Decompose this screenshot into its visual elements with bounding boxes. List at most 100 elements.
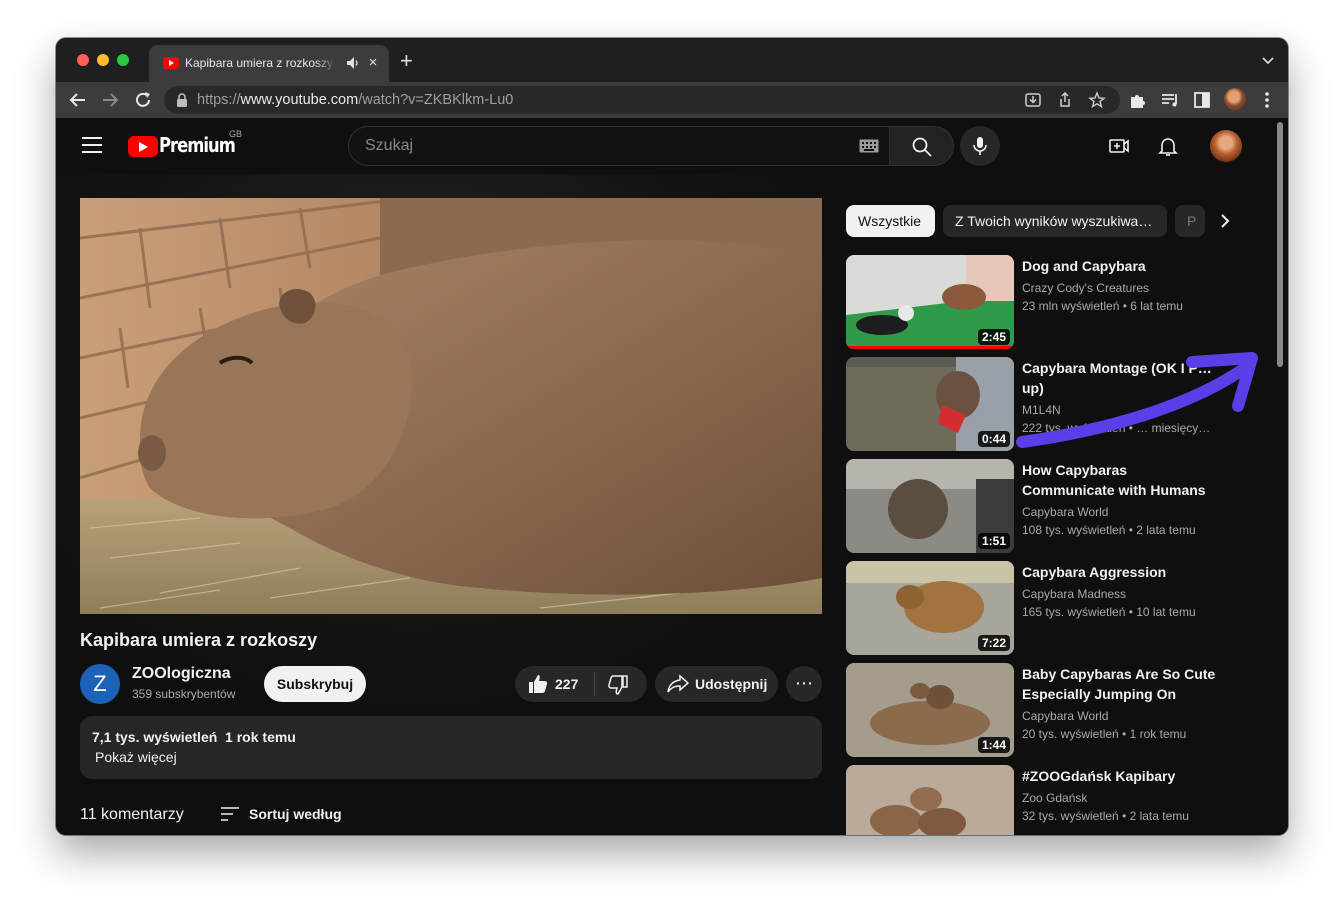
close-window-button[interactable] xyxy=(77,54,89,66)
rec-meta: 108 tys. wyświetleń • 2 lata temu xyxy=(1022,523,1196,537)
rec-channel[interactable]: M1L4N xyxy=(1022,403,1061,417)
rec-channel[interactable]: Capybara World xyxy=(1022,709,1108,723)
video-thumbnail[interactable]: 7:22 xyxy=(846,561,1014,655)
youtube-logo-icon[interactable] xyxy=(128,136,158,157)
video-thumbnail[interactable]: 1:51 xyxy=(846,459,1014,553)
youtube-page: Premium GB Szukaj Kapibara umiera z rozk… xyxy=(56,118,1288,835)
thumbnail-zoo-gdansk xyxy=(846,765,1014,835)
keyboard-icon[interactable] xyxy=(859,139,879,153)
duration-badge: 1:51 xyxy=(977,533,1010,549)
share-page-icon[interactable] xyxy=(1056,91,1074,109)
new-tab-button[interactable]: + xyxy=(400,50,413,72)
youtube-brand[interactable]: Premium xyxy=(159,133,236,157)
youtube-header: Premium GB xyxy=(56,118,1288,174)
recommendation-item[interactable]: 0:44 Capybara Montage (OK I P… up) M1L4N… xyxy=(846,357,1246,451)
share-label: Udostępnij xyxy=(695,676,768,692)
chevron-right-icon[interactable] xyxy=(1214,210,1236,232)
forward-arrow-icon[interactable] xyxy=(99,89,121,111)
sort-label: Sortuj według xyxy=(249,806,342,822)
youtube-favicon-icon xyxy=(163,57,179,69)
install-app-icon[interactable] xyxy=(1024,91,1042,109)
back-arrow-icon[interactable] xyxy=(67,89,89,111)
like-dislike-group: 227 xyxy=(515,666,647,702)
duration-badge: 1:44 xyxy=(977,737,1010,753)
comment-count: 11 komentarzy xyxy=(80,806,184,823)
rec-meta: 23 mln wyświetleń • 6 lat temu xyxy=(1022,299,1183,313)
chip-from-search[interactable]: Z Twoich wyników wyszukiwa… xyxy=(943,205,1167,237)
tab-strip: Kapibara umiera z rozkoszy × + xyxy=(56,38,1288,82)
rec-title[interactable]: Dog and Capybara xyxy=(1022,256,1218,276)
thumbs-down-icon[interactable] xyxy=(607,674,629,696)
address-bar[interactable]: https://www.youtube.com/watch?v=ZKBKlkm-… xyxy=(164,86,1120,114)
reload-icon[interactable] xyxy=(132,89,154,111)
minimize-window-button[interactable] xyxy=(97,54,109,66)
chip-all[interactable]: Wszystkie xyxy=(846,205,935,237)
views-and-date: 7,1 tys. wyświetleń 1 rok temu xyxy=(92,729,296,745)
rec-meta: 165 tys. wyświetleń • 10 lat temu xyxy=(1022,605,1196,619)
chevron-down-icon[interactable] xyxy=(1262,54,1274,66)
like-count: 227 xyxy=(555,676,579,692)
voice-search-button[interactable] xyxy=(960,126,1000,166)
duration-badge: 0:44 xyxy=(977,431,1010,447)
more-actions-button[interactable]: ⋯ xyxy=(786,666,822,702)
recommendation-item[interactable]: 1:44 Baby Capybaras Are So Cute Especial… xyxy=(846,663,1246,757)
sort-icon xyxy=(221,807,239,821)
media-queue-icon[interactable] xyxy=(1159,89,1181,111)
rec-channel[interactable]: Crazy Cody's Creatures xyxy=(1022,281,1149,295)
duration-badge: 7:22 xyxy=(977,635,1010,651)
maximize-window-button[interactable] xyxy=(117,54,129,66)
video-title: Kapibara umiera z rozkoszy xyxy=(80,630,318,650)
speaker-icon[interactable] xyxy=(345,54,361,72)
recommendation-item[interactable]: 2:45 Dog and Capybara Crazy Cody's Creat… xyxy=(846,255,1246,349)
rec-meta: 222 tys. wyświetleń • … miesięcy… xyxy=(1022,421,1211,435)
video-thumbnail[interactable]: 1:44 xyxy=(846,663,1014,757)
extensions-puzzle-icon[interactable] xyxy=(1127,89,1149,111)
create-video-icon[interactable] xyxy=(1107,134,1131,158)
rec-title[interactable]: Baby Capybaras Are So Cute Especially Ju… xyxy=(1022,664,1218,704)
rec-channel[interactable]: Zoo Gdańsk xyxy=(1022,791,1087,805)
search-box[interactable] xyxy=(348,126,890,166)
browser-profile-avatar[interactable] xyxy=(1224,88,1246,110)
lock-icon[interactable] xyxy=(176,93,188,107)
kebab-menu-icon[interactable] xyxy=(1256,89,1278,111)
close-tab-icon[interactable]: × xyxy=(365,54,381,72)
url-text: https://www.youtube.com/watch?v=ZKBKlkm-… xyxy=(197,92,514,108)
search-icon xyxy=(912,137,932,157)
rec-title[interactable]: #ZOOGdańsk Kapibary xyxy=(1022,766,1218,786)
chip-more[interactable]: P xyxy=(1175,205,1205,237)
subscriber-count: 359 subskrybentów xyxy=(132,687,236,701)
thumbs-up-icon[interactable] xyxy=(527,673,549,695)
subscribe-button[interactable]: Subskrybuj xyxy=(264,666,366,702)
share-button[interactable]: Udostępnij xyxy=(655,666,778,702)
search-input[interactable] xyxy=(365,137,805,155)
recommendation-item[interactable]: 1:51 How Capybaras Communicate with Huma… xyxy=(846,459,1246,553)
video-thumbnail[interactable]: 0:44 xyxy=(846,357,1014,451)
search-button[interactable] xyxy=(890,126,954,166)
channel-avatar[interactable]: Z xyxy=(80,664,120,704)
rec-title[interactable]: How Capybaras Communicate with Humans xyxy=(1022,460,1218,500)
rec-title[interactable]: Capybara Montage (OK I P… up) xyxy=(1022,358,1218,398)
rec-title[interactable]: Capybara Aggression xyxy=(1022,562,1218,582)
rec-channel[interactable]: Capybara World xyxy=(1022,505,1108,519)
side-panel-icon[interactable] xyxy=(1191,89,1213,111)
recommendation-item[interactable]: #ZOOGdańsk Kapibary Zoo Gdańsk 32 tys. w… xyxy=(846,765,1246,835)
watched-progress xyxy=(846,346,1014,349)
tab-title: Kapibara umiera z rozkoszy xyxy=(185,56,334,70)
rec-channel[interactable]: Capybara Madness xyxy=(1022,587,1126,601)
video-player[interactable] xyxy=(80,198,822,614)
duration-badge: 2:45 xyxy=(977,329,1010,345)
bookmark-star-icon[interactable] xyxy=(1088,91,1106,109)
video-thumbnail[interactable]: 2:45 xyxy=(846,255,1014,349)
more-horizontal-icon: ⋯ xyxy=(795,673,813,693)
description-box[interactable]: 7,1 tys. wyświetleń 1 rok temu Pokaż wię… xyxy=(80,716,822,779)
hamburger-menu-icon[interactable] xyxy=(82,137,102,153)
show-more-link[interactable]: Pokaż więcej xyxy=(95,749,177,765)
scrollbar-thumb[interactable] xyxy=(1277,122,1283,367)
notifications-bell-icon[interactable] xyxy=(1156,134,1180,158)
tab-active[interactable]: Kapibara umiera z rozkoszy × xyxy=(149,45,389,82)
recommendation-item[interactable]: 7:22 Capybara Aggression Capybara Madnes… xyxy=(846,561,1246,655)
rec-meta: 20 tys. wyświetleń • 1 rok temu xyxy=(1022,727,1187,741)
channel-name[interactable]: ZOOlogiczna xyxy=(132,665,231,683)
account-avatar[interactable] xyxy=(1210,130,1242,162)
video-thumbnail[interactable] xyxy=(846,765,1014,835)
